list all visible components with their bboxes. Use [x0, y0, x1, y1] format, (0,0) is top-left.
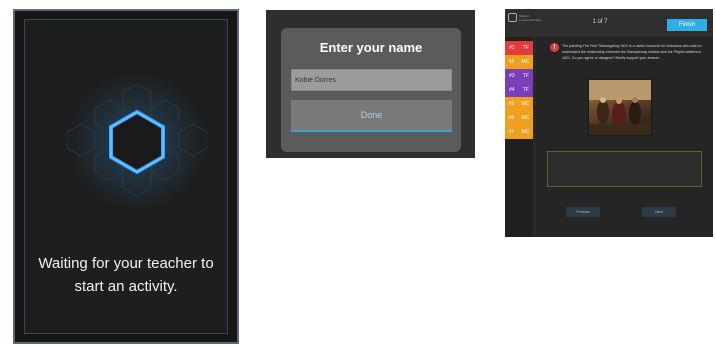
question-type: MC: [521, 59, 530, 65]
question-content: [536, 37, 713, 237]
question-number: #4: [509, 87, 515, 93]
question-type: MC: [521, 115, 530, 121]
finish-button[interactable]: Finish: [667, 19, 707, 31]
brand: Kahoot! Lesson Activities: [508, 13, 541, 22]
name-entry-title: Enter your name: [319, 40, 423, 55]
question-number: #5: [508, 101, 515, 107]
brand-subtitle: Lesson Activities: [519, 17, 542, 22]
question-type: MC: [521, 101, 530, 107]
painting-image: [589, 80, 651, 135]
question-number: #1: [509, 45, 515, 51]
question-type: TF: [522, 87, 529, 93]
name-entry-card: Enter your name Done: [281, 28, 461, 152]
waiting-message: Waiting for your teacher to start an act…: [38, 255, 214, 295]
question-list-item[interactable]: #2 MC: [505, 55, 533, 69]
question-type: MC: [521, 129, 530, 135]
next-button[interactable]: Next: [642, 207, 676, 217]
quiz-panel: Kahoot! Lesson Activities 1 of 7 Finish …: [505, 9, 713, 237]
name-input[interactable]: [291, 69, 452, 91]
answer-textbox[interactable]: [547, 151, 702, 187]
done-button[interactable]: Done: [291, 100, 452, 132]
question-number: #2: [508, 59, 515, 65]
quiz-header: Kahoot! Lesson Activities 1 of 7 Finish: [505, 9, 713, 37]
name-entry-panel: Enter your name Done: [266, 10, 475, 158]
question-number: #3: [509, 73, 515, 79]
question-type: TF: [522, 73, 529, 79]
question-text: The painting The First Thanksgiving 1621…: [562, 44, 702, 60]
brand-logo-icon: [508, 13, 517, 22]
question-type: TF: [522, 45, 529, 51]
question-list-item[interactable]: #5 MC: [505, 97, 533, 111]
question-number: #7: [508, 129, 515, 135]
waiting-screen: Waiting for your teacher to start an act…: [13, 9, 239, 344]
question-list-item[interactable]: #6 MC: [505, 111, 533, 125]
question-number: #6: [508, 115, 515, 121]
question-list: #1 TF #2 MC #3 TF #4 TF #5 MC #6 MC #7 MC: [505, 37, 533, 237]
question-counter: 1 of 7: [592, 19, 608, 25]
hexagon-logo-icon: [67, 74, 207, 210]
waiting-screen-inner: Waiting for your teacher to start an act…: [24, 19, 228, 334]
previous-button[interactable]: Previous: [566, 207, 600, 217]
alert-icon: !: [550, 43, 559, 52]
question-list-item[interactable]: #3 TF: [505, 69, 533, 83]
thanksgiving-painting: [588, 79, 652, 136]
question-list-item[interactable]: #4 TF: [505, 83, 533, 97]
question-list-item[interactable]: #1 TF: [505, 41, 533, 55]
question-list-item[interactable]: #7 MC: [505, 125, 533, 139]
